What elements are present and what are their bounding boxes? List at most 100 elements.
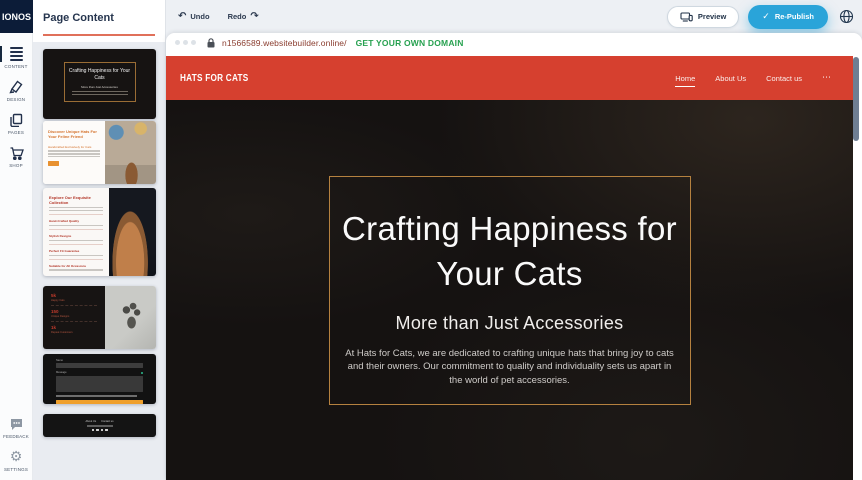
hero-section[interactable]: Crafting Happiness forYour Cats More tha… — [166, 100, 853, 480]
thumb-discover-cat-photo — [105, 121, 156, 184]
hero-bordered-box: Crafting Happiness forYour Cats More tha… — [329, 176, 691, 405]
website-canvas: HATS FOR CATS Home About Us Contact us ⋯… — [166, 56, 853, 480]
thumb-hero-title: Crafting Happiness for Your Cats — [68, 68, 132, 83]
undo-label: Undo — [190, 12, 209, 21]
hero-title: Crafting Happiness forYour Cats — [330, 206, 690, 296]
main-column: ↶ Undo Redo ↷ Preview ✓ Re-Publish — [166, 0, 862, 480]
sidebar-item-label: SETTINGS — [4, 467, 28, 472]
stat-label: Repeat Customers — [51, 331, 97, 334]
get-your-own-domain-link[interactable]: GET YOUR OWN DOMAIN — [356, 38, 464, 48]
form-field-label: Name — [56, 359, 143, 362]
thumbnail-collection-section[interactable]: Explore Our Exquisite Collection Hand-Cr… — [43, 188, 156, 276]
hero-subtitle: More than Just Accessories — [330, 313, 690, 334]
thumb-collection-item: Hand-Crafted Quality — [49, 219, 103, 223]
thumb-hero-paragraph — [68, 91, 132, 96]
thumb-footer-social-icons — [92, 429, 108, 432]
thumb-discover-subheading: Handcrafted Exclusively for Cats — [48, 145, 100, 149]
editor-toolbar: ↶ Undo Redo ↷ Preview ✓ Re-Publish — [166, 0, 862, 33]
thumb-footer-link: Contact us — [101, 420, 113, 423]
sidebar-item-label: CONTENT — [4, 64, 27, 69]
preview-button[interactable]: Preview — [667, 6, 739, 28]
site-nav: Home About Us Contact us ⋯ — [675, 73, 831, 83]
gear-icon: ⚙ — [8, 449, 24, 465]
undo-button[interactable]: ↶ Undo — [178, 12, 210, 22]
sidebar-item-feedback[interactable]: FEEDBACK — [0, 412, 32, 442]
thumbnail-footer-section[interactable]: About Us Contact us — [43, 414, 156, 437]
thumb-collection-heading: Explore Our Exquisite Collection — [49, 195, 103, 205]
thumb-discover-heading: Discover Unique Hats For Your Feline Fri… — [48, 129, 100, 140]
design-icon — [8, 79, 24, 95]
sidebar-item-label: FEEDBACK — [3, 434, 29, 439]
republish-button[interactable]: ✓ Re-Publish — [748, 5, 828, 29]
nav-link-home[interactable]: Home — [675, 74, 695, 87]
thumb-collection-cat-photo — [109, 188, 156, 276]
thumb-collection-paragraph — [49, 207, 103, 211]
globe-language-button[interactable] — [837, 8, 855, 26]
thumbnail-discover-section[interactable]: Discover Unique Hats For Your Feline Fri… — [43, 121, 156, 184]
thumb-footer-link: About Us — [85, 420, 96, 423]
thumb-collection-item: Stylish Designs — [49, 234, 103, 238]
thumb-form-counter-dot — [141, 372, 143, 374]
preview-devices-icon — [680, 12, 693, 22]
sidebar-item-label: DESIGN — [7, 97, 25, 102]
thumbnail-hero-section[interactable]: Crafting Happiness for Your Cats More th… — [43, 49, 156, 119]
sidebar-item-label: SHOP — [9, 163, 23, 168]
thumb-form-name-input — [56, 363, 143, 368]
redo-button[interactable]: Redo ↷ — [228, 12, 259, 22]
pages-icon — [8, 112, 24, 128]
sidebar-item-label: PAGES — [8, 130, 24, 135]
feedback-icon — [8, 416, 24, 432]
sidebar-item-settings[interactable]: ⚙ SETTINGS — [0, 445, 32, 475]
stat-label: Happy Cats — [51, 299, 97, 302]
thumb-footer-copyright-line — [87, 425, 113, 427]
sidebar-item-pages[interactable]: PAGES — [0, 108, 32, 138]
hero-body-text: At Hats for Cats, we are dedicated to cr… — [343, 347, 677, 387]
site-header[interactable]: HATS FOR CATS Home About Us Contact us ⋯ — [166, 56, 853, 100]
thumbnail-stats-section[interactable]: 5k Happy Cats 150 Unique Designs 1k Repe… — [43, 286, 156, 349]
ionos-logo: IONOS — [0, 0, 33, 33]
site-url[interactable]: n1566589.websitebuilder.online/ — [222, 38, 347, 48]
stat-value: 150 — [51, 309, 97, 314]
sidebar-item-content[interactable]: CONTENT — [0, 42, 32, 72]
thumb-discover-button — [48, 161, 59, 166]
app-window: IONOS CONTENT DESIGN PAGES — [0, 0, 862, 480]
page-content-panel: Page Content Crafting Happiness for Your… — [33, 0, 166, 480]
panel-title: Page Content — [33, 0, 165, 34]
shop-cart-icon — [8, 145, 24, 161]
canvas-scrollbar-thumb[interactable] — [853, 57, 859, 141]
redo-label: Redo — [228, 12, 247, 21]
section-thumbnail-list: Crafting Happiness for Your Cats More th… — [33, 42, 165, 480]
sidebar-item-design[interactable]: DESIGN — [0, 75, 32, 105]
undo-icon: ↶ — [178, 12, 186, 22]
site-preview-card: n1566589.websitebuilder.online/ GET YOUR… — [166, 33, 862, 480]
site-logo[interactable]: HATS FOR CATS — [180, 73, 248, 84]
preview-label: Preview — [698, 12, 726, 21]
thumb-collection-item: Suitable for All Occasions — [49, 264, 103, 268]
thumb-hero-subtitle: More than Just Accessories — [68, 85, 132, 89]
globe-icon — [839, 9, 854, 24]
thumbnail-contact-section[interactable]: Name Message — [43, 354, 156, 404]
thumb-stats-pawprint-photo — [105, 286, 156, 349]
lock-icon — [207, 38, 215, 48]
nav-more-icon[interactable]: ⋯ — [822, 73, 831, 83]
stat-label: Unique Designs — [51, 315, 97, 318]
stat-value: 5k — [51, 293, 97, 298]
nav-link-about-us[interactable]: About Us — [715, 74, 746, 83]
icon-rail: IONOS CONTENT DESIGN PAGES — [0, 0, 33, 480]
check-icon: ✓ — [762, 12, 770, 22]
thumb-hero-box: Crafting Happiness for Your Cats More th… — [64, 62, 136, 102]
thumb-form-submit-button — [56, 400, 143, 405]
thumb-collection-item: Perfect Fit Guarantee — [49, 249, 103, 253]
window-control-dots — [175, 40, 196, 45]
browser-address-bar: n1566589.websitebuilder.online/ GET YOUR… — [166, 33, 862, 52]
sidebar-item-shop[interactable]: SHOP — [0, 141, 32, 171]
thumb-discover-paragraph — [48, 150, 100, 157]
stat-value: 1k — [51, 325, 97, 330]
republish-label: Re-Publish — [775, 12, 814, 21]
thumb-form-message-area — [56, 376, 143, 392]
thumb-form-consent-line — [56, 395, 137, 397]
content-icon — [8, 46, 24, 62]
redo-icon: ↷ — [250, 12, 258, 22]
nav-link-contact-us[interactable]: Contact us — [766, 74, 802, 83]
form-field-label: Message — [56, 371, 67, 374]
